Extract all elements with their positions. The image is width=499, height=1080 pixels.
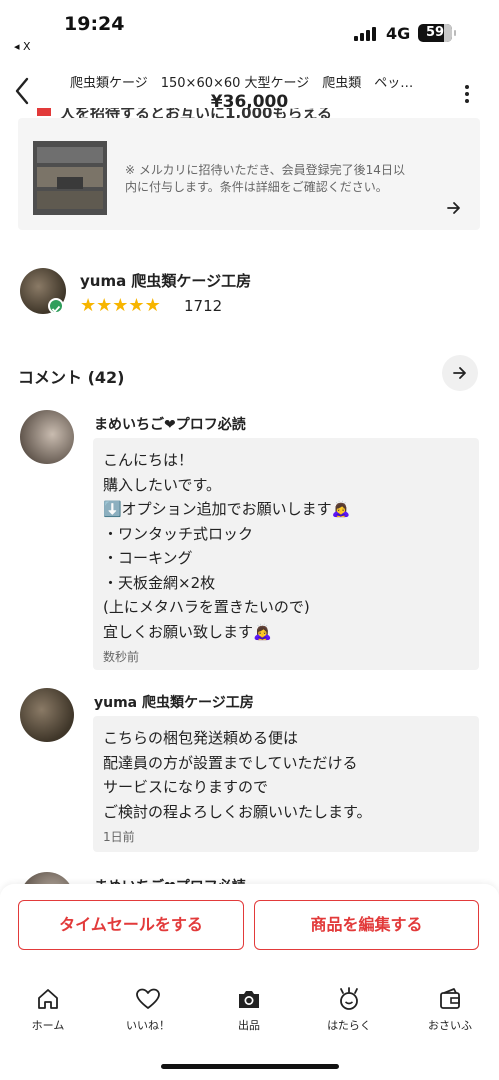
more-options-button[interactable] (458, 82, 476, 106)
item-title: 爬虫類ケージ 150×60×60 大型ケージ 爬虫類 ペッ… (70, 76, 414, 91)
gift-icon (37, 108, 51, 116)
battery-level: 59 (425, 25, 445, 40)
comment-line: 宜しくお願い致します🙇‍♀️ (103, 622, 272, 641)
tab-work[interactable]: はたらく (309, 985, 389, 1033)
timesale-button[interactable]: タイムセールをする (18, 900, 244, 950)
heart-icon (136, 988, 160, 1009)
star-icon: ★ (128, 295, 145, 316)
comment-line: こちらの梱包発送頼める便は (103, 729, 299, 747)
invite-image (33, 141, 107, 215)
camera-icon (239, 991, 259, 1008)
tab-likes[interactable]: いいね！ (108, 985, 188, 1033)
comment-line: (上にメタハラを置きたいので) (103, 598, 310, 616)
tab-wallet[interactable]: おさいふ (410, 985, 490, 1033)
tab-label: はたらく (327, 1019, 371, 1032)
network-type: 4G (386, 24, 411, 43)
battery-icon: 59 (418, 24, 456, 42)
seller-profile[interactable]: yuma 爬虫類ケージ工房 ★★★★★ 1712 (18, 268, 480, 320)
comment-line: 購入したいです。 (103, 475, 222, 494)
tab-label: ホーム (31, 1019, 65, 1032)
star-icon: ★ (80, 295, 97, 316)
invite-note: ※ メルカリに招待いただき、会員登録完了後14日以内に付与します。条件は詳細をご… (125, 163, 405, 194)
seller-name: yuma 爬虫類ケージ工房 (80, 272, 252, 290)
view-all-comments-button[interactable] (442, 355, 478, 391)
home-icon (38, 989, 58, 1009)
tab-label: おさいふ (428, 1019, 472, 1032)
more-vertical-icon (465, 85, 469, 103)
tab-sell[interactable]: 出品 (209, 985, 289, 1033)
comment-line: ⬇️オプション追加でお願いします🙇‍♀️ (103, 500, 351, 518)
comments-heading: コメント (42) (18, 368, 125, 387)
comment-bubble: こちらの梱包発送頼める便は 配達員の方が設置までしていただける サービスになりま… (93, 716, 479, 852)
comment-time: 1日前 (103, 830, 135, 844)
comment-line: ・コーキング (103, 549, 193, 567)
tab-label: 出品 (238, 1019, 260, 1032)
comment-line: 配達員の方が設置までしていただける (103, 753, 358, 772)
back-to-app-link[interactable]: ◂ X (14, 40, 31, 53)
comment-author[interactable]: yuma 爬虫類ケージ工房 (94, 692, 254, 712)
seller-rating-stars: ★★★★★ (80, 296, 161, 315)
work-icon (340, 987, 358, 1010)
home-indicator (161, 1064, 339, 1069)
star-icon: ★ (112, 295, 129, 316)
status-bar: 19:24 ◂ X 4G 59 (0, 0, 499, 60)
arrow-right-icon[interactable] (446, 200, 462, 216)
star-icon: ★ (144, 295, 161, 316)
comment-line: ・天板金網×2枚 (103, 573, 216, 592)
comment-author[interactable]: まめいちご❤プロフ必読 (94, 414, 246, 434)
tab-home[interactable]: ホーム (8, 985, 88, 1033)
wallet-icon (440, 988, 460, 1009)
status-time: 19:24 (64, 13, 125, 35)
signal-icon (354, 25, 378, 41)
comment-bubble: こんにちは！ 購入したいです。 ⬇️オプション追加でお願いします🙇‍♀️ ・ワン… (93, 438, 479, 670)
tab-label: いいね！ (126, 1019, 170, 1032)
commenter-avatar[interactable] (20, 410, 74, 464)
commenter-avatar[interactable] (20, 688, 74, 742)
edit-item-button[interactable]: 商品を編集する (254, 900, 479, 950)
comment-line: ・ワンタッチ式ロック (103, 524, 254, 543)
invite-banner[interactable]: ※ メルカリに招待いただき、会員登録完了後14日以内に付与します。条件は詳細をご… (18, 118, 480, 230)
comment-line: ご検討の程よろしくお願いいたします。 (103, 802, 372, 821)
star-icon: ★ (96, 295, 113, 316)
arrow-right-icon (453, 367, 466, 379)
seller-rating-count: 1712 (184, 297, 223, 315)
comment-time: 数秒前 (103, 650, 140, 664)
comment-line: サービスになりますので (103, 778, 269, 796)
bottom-tab-bar: ホーム いいね！ 出品 はたらく おさいふ (0, 985, 499, 1045)
comment-line: こんにちは！ (103, 451, 194, 469)
verified-badge-icon (48, 298, 64, 314)
